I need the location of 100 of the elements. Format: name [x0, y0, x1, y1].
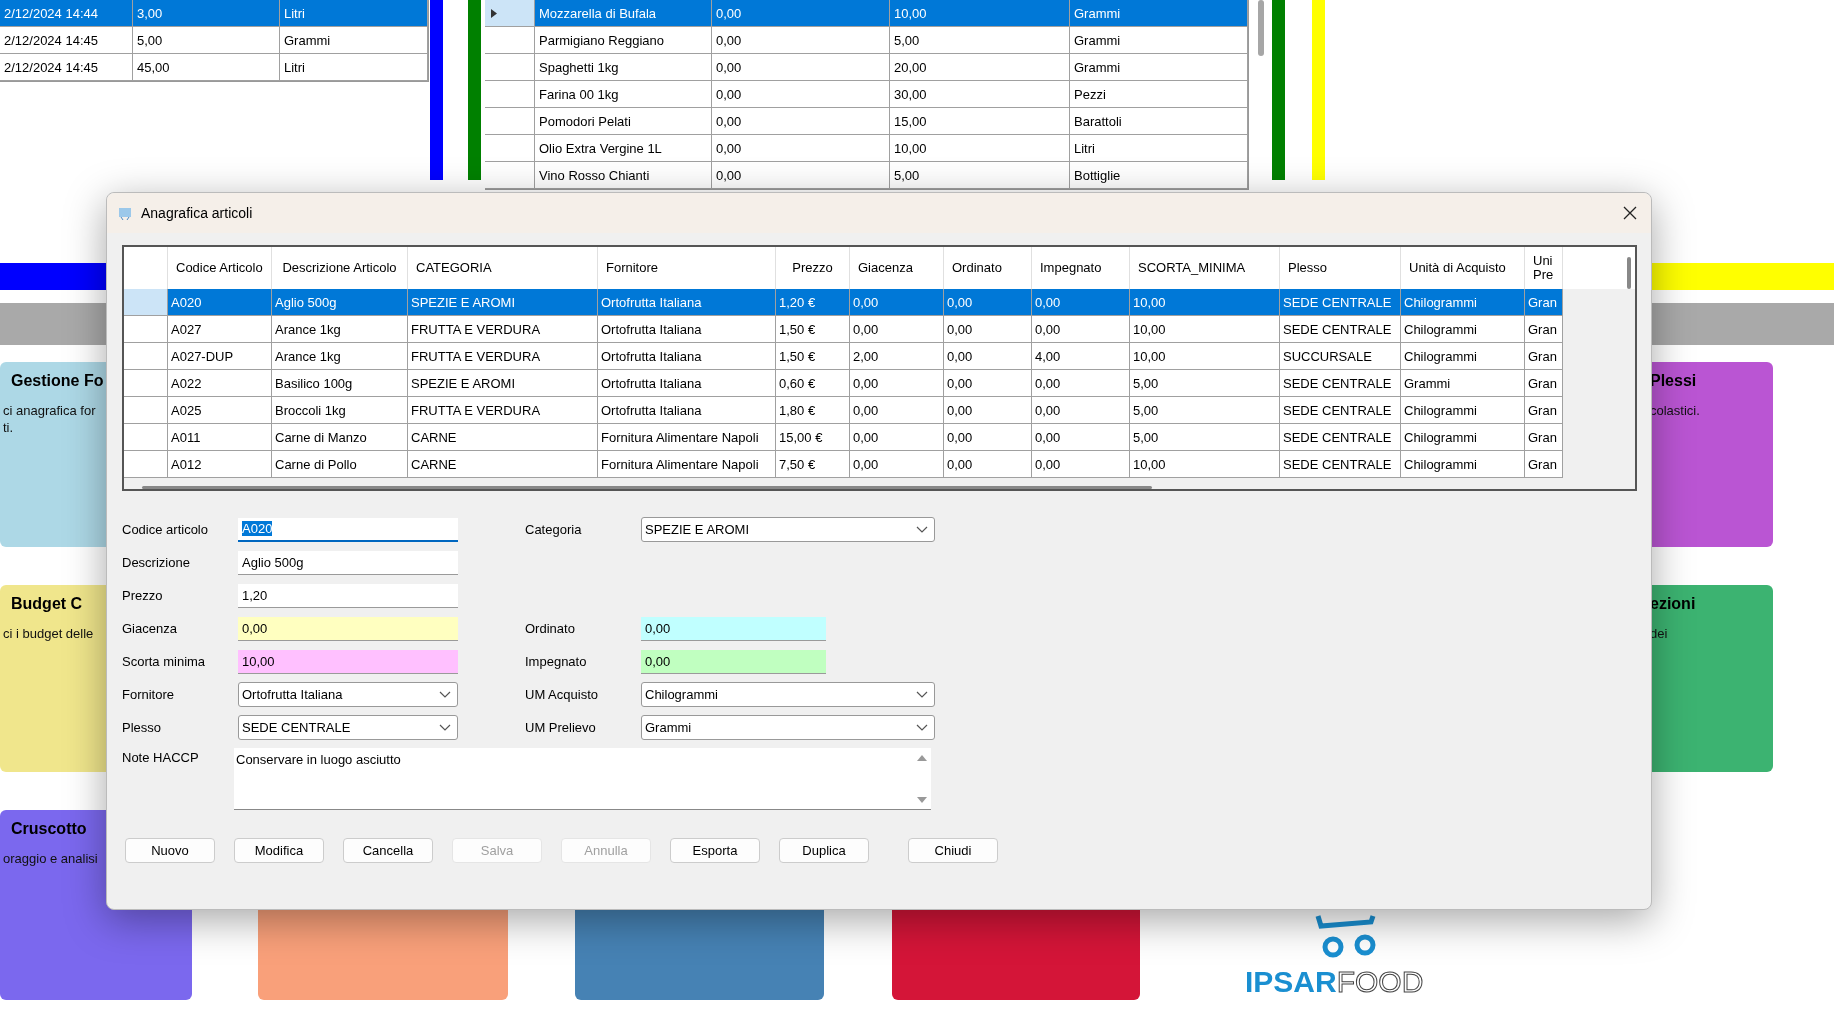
table-cell: Grammi: [1070, 27, 1248, 54]
table-cell: Chilogrammi: [1401, 316, 1525, 343]
row-header[interactable]: [485, 27, 535, 54]
table-cell: 0,00: [1032, 316, 1130, 343]
table-cell: Mozzarella di Bufala: [535, 0, 712, 27]
table-cell: 0,00: [712, 27, 890, 54]
field-label: Scorta minima: [122, 654, 207, 669]
action-button[interactable]: Duplica: [779, 838, 869, 863]
input-field[interactable]: 0,00: [641, 616, 826, 641]
table-cell: 0,00: [944, 343, 1032, 370]
table-cell: Fornitura Alimentare Napoli: [598, 424, 776, 451]
table-cell: A012: [168, 451, 272, 478]
table-cell: 5,00: [890, 27, 1070, 54]
table-cell: Carne di Manzo: [272, 424, 408, 451]
table-cell: 1,20 €: [776, 289, 850, 316]
row-header[interactable]: [124, 289, 168, 316]
table-cell: Chilogrammi: [1401, 451, 1525, 478]
table-cell: 0,60 €: [776, 370, 850, 397]
row-header[interactable]: [124, 343, 168, 370]
row-header[interactable]: [124, 316, 168, 343]
table-cell: 0,00: [1032, 370, 1130, 397]
table-cell: Broccoli 1kg: [272, 397, 408, 424]
dropdown[interactable]: Chilogrammi: [641, 682, 935, 707]
scroll-down-icon[interactable]: [917, 797, 927, 804]
action-button[interactable]: Modifica: [234, 838, 324, 863]
input-field[interactable]: Aglio 500g: [238, 550, 458, 575]
input-field[interactable]: 10,00: [238, 649, 458, 674]
table-cell: Ortofrutta Italiana: [598, 343, 776, 370]
input-field[interactable]: 0,00: [238, 616, 458, 641]
row-header[interactable]: [485, 135, 535, 162]
action-button[interactable]: Cancella: [343, 838, 433, 863]
scrollbar-thumb[interactable]: [1627, 257, 1631, 289]
table-cell: Gran: [1525, 370, 1563, 397]
row-header[interactable]: [124, 451, 168, 478]
input-field[interactable]: A020: [238, 517, 458, 542]
table-cell: 0,00: [850, 397, 944, 424]
table-cell: 0,00: [944, 316, 1032, 343]
note-field[interactable]: Conservare in luogo asciutto: [234, 748, 931, 810]
table-cell: SPEZIE E AROMI: [408, 289, 598, 316]
cart-icon: [1315, 913, 1377, 959]
table-cell: Gran: [1525, 451, 1563, 478]
table-cell: 0,00: [944, 424, 1032, 451]
input-field[interactable]: 1,20: [238, 583, 458, 608]
logo-text: IPSARFOOD: [1245, 965, 1424, 999]
scroll-up-icon[interactable]: [917, 754, 927, 761]
table-cell: Olio Extra Vergine 1L: [535, 135, 712, 162]
table-cell: 2,00: [850, 343, 944, 370]
action-button[interactable]: Nuovo: [125, 838, 215, 863]
card-text: colastici.: [1650, 402, 1700, 419]
row-header[interactable]: [124, 370, 168, 397]
table-cell: Ortofrutta Italiana: [598, 397, 776, 424]
table-cell: 0,00: [712, 0, 890, 27]
table-cell: Farina 00 1kg: [535, 81, 712, 108]
row-header[interactable]: [485, 108, 535, 135]
dropdown[interactable]: SEDE CENTRALE: [238, 715, 458, 740]
table-cell: Spaghetti 1kg: [535, 54, 712, 81]
action-button[interactable]: Esporta: [670, 838, 760, 863]
row-header[interactable]: [124, 397, 168, 424]
row-header[interactable]: [485, 54, 535, 81]
scrollbar-thumb[interactable]: [142, 486, 1152, 489]
row-header[interactable]: [485, 0, 535, 27]
table-cell: SEDE CENTRALE: [1280, 289, 1401, 316]
table-cell: CARNE: [408, 451, 598, 478]
chevron-icon: [439, 690, 451, 699]
table-cell: 2/12/2024 14:44: [0, 0, 133, 27]
table-cell: 0,00: [712, 108, 890, 135]
table-cell: Litri: [280, 54, 428, 81]
table-cell: Barattoli: [1070, 108, 1248, 135]
table-cell: FRUTTA E VERDURA: [408, 343, 598, 370]
row-header[interactable]: [124, 424, 168, 451]
field-label: Impegnato: [525, 654, 588, 669]
table-cell: 10,00: [890, 0, 1070, 27]
field-label: Ordinato: [525, 621, 576, 636]
table-cell: Arance 1kg: [272, 316, 408, 343]
table-cell: SEDE CENTRALE: [1280, 316, 1401, 343]
app-icon: [117, 205, 133, 221]
field-label: Codice articolo: [122, 522, 209, 537]
dropdown[interactable]: Ortofrutta Italiana: [238, 682, 458, 707]
table-cell: Gran: [1525, 424, 1563, 451]
row-header[interactable]: [485, 81, 535, 108]
dropdown[interactable]: SPEZIE E AROMI: [641, 517, 935, 542]
table-cell: A020: [168, 289, 272, 316]
action-button[interactable]: Chiudi: [908, 838, 998, 863]
dropdown[interactable]: Grammi: [641, 715, 935, 740]
row-header[interactable]: [485, 162, 535, 189]
card-title: ezioni: [1650, 595, 1696, 613]
input-field[interactable]: 0,00: [641, 649, 826, 674]
table-cell: 20,00: [890, 54, 1070, 81]
table-cell: Carne di Pollo: [272, 451, 408, 478]
table-cell: 0,00: [850, 451, 944, 478]
table-cell: FRUTTA E VERDURA: [408, 316, 598, 343]
table-cell: 0,00: [712, 162, 890, 189]
table-cell: Vino Rosso Chianti: [535, 162, 712, 189]
table-cell: Basilico 100g: [272, 370, 408, 397]
scrollbar-thumb[interactable]: [1258, 0, 1264, 56]
table-cell: Grammi: [280, 27, 428, 54]
table-cell: 5,00: [1130, 424, 1280, 451]
table-cell: 10,00: [890, 135, 1070, 162]
field-label: Note HACCP: [122, 749, 200, 767]
chevron-icon: [916, 723, 928, 732]
